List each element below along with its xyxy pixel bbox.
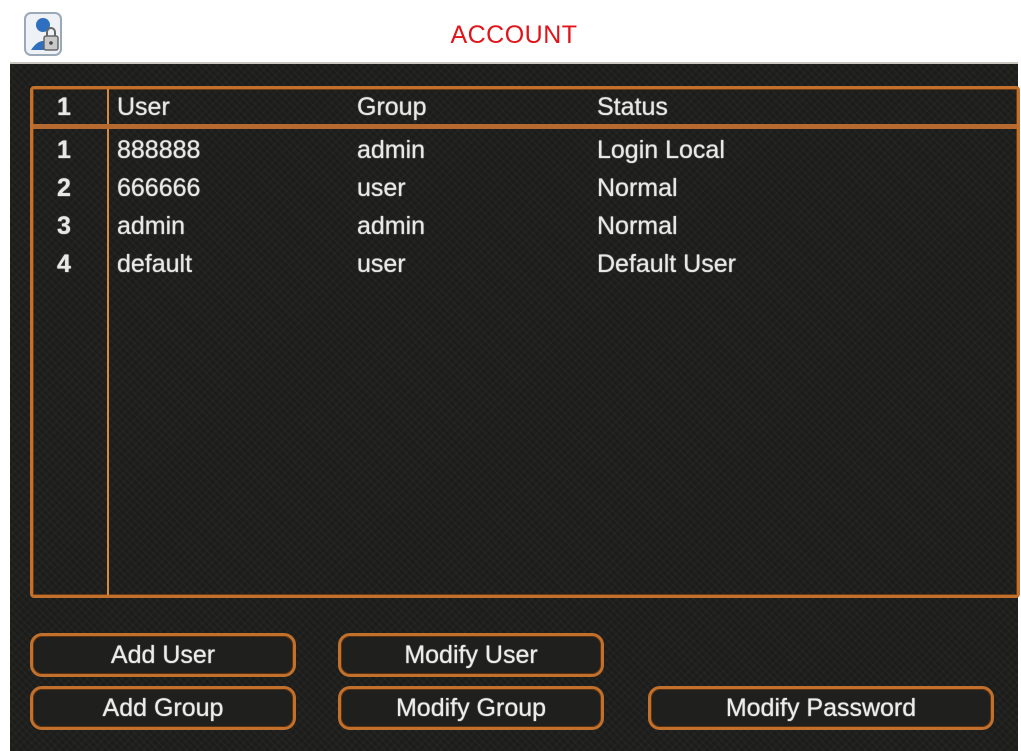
row-status: Normal xyxy=(597,212,678,240)
title-bar: ACCOUNT xyxy=(10,6,1018,64)
row-user: 888888 xyxy=(117,136,201,164)
modify-password-button[interactable]: Modify Password xyxy=(648,686,994,730)
header-index: 1 xyxy=(57,93,71,121)
row-group: user xyxy=(357,250,406,278)
add-group-button[interactable]: Add Group xyxy=(30,686,296,730)
table-row[interactable]: 2 666666 user Normal xyxy=(33,172,1017,210)
table-row[interactable]: 3 admin admin Normal xyxy=(33,210,1017,248)
add-user-button[interactable]: Add User xyxy=(30,633,296,677)
row-status: Normal xyxy=(597,174,678,202)
account-window: ACCOUNT 1 User Group Status 1 888888 adm… xyxy=(10,6,1020,751)
row-index: 4 xyxy=(57,250,71,278)
modify-group-button[interactable]: Modify Group xyxy=(338,686,604,730)
header-status: Status xyxy=(597,93,668,121)
row-user: admin xyxy=(117,212,186,240)
row-user: 666666 xyxy=(117,174,201,202)
window-title: ACCOUNT xyxy=(450,21,578,49)
modify-user-button[interactable]: Modify User xyxy=(338,633,604,677)
table-row[interactable]: 1 888888 admin Login Local xyxy=(33,134,1017,172)
table-header-row: 1 User Group Status xyxy=(33,89,1017,129)
header-group: Group xyxy=(357,93,427,121)
row-index: 3 xyxy=(57,212,71,240)
header-user: User xyxy=(117,93,170,121)
row-index: 2 xyxy=(57,174,71,202)
row-status: Default User xyxy=(597,250,736,278)
row-group: admin xyxy=(357,136,426,164)
table-row[interactable]: 4 default user Default User xyxy=(33,248,1017,286)
row-status: Login Local xyxy=(597,136,725,164)
user-table[interactable]: 1 User Group Status 1 888888 admin Login… xyxy=(30,86,1020,598)
row-group: user xyxy=(357,174,406,202)
row-user: default xyxy=(117,250,193,278)
row-group: admin xyxy=(357,212,426,240)
row-index: 1 xyxy=(57,136,71,164)
